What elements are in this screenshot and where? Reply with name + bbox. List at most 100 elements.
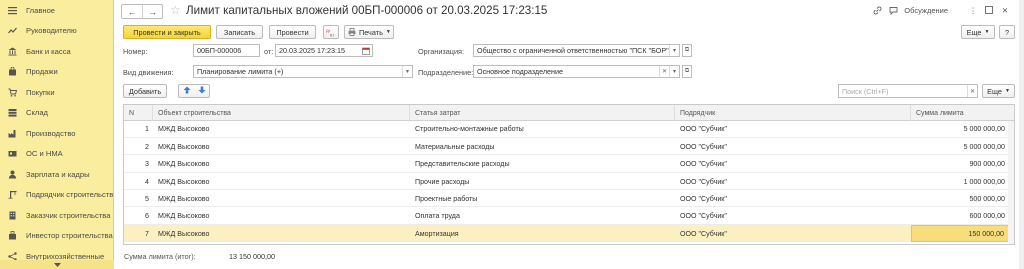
clear-icon[interactable]: ✕ <box>659 66 669 77</box>
organization-field[interactable]: Общество с ограниченной ответственностью… <box>473 44 680 57</box>
number-field[interactable]: 00БП-000006 <box>193 44 260 57</box>
cell-cost-item[interactable]: Проектные работы <box>410 191 675 208</box>
sidebar-item[interactable]: Покупки <box>0 82 113 103</box>
close-icon[interactable]: ✕ <box>1000 5 1010 15</box>
cell-object[interactable]: МЖД Высоково <box>153 225 410 242</box>
cell-n[interactable]: 6 <box>124 208 153 225</box>
cell-object[interactable]: МЖД Высоково <box>153 156 410 173</box>
back-arrow-icon[interactable]: ← <box>122 5 142 18</box>
cell-object[interactable]: МЖД Высоково <box>153 121 410 138</box>
arrow-down-icon[interactable] <box>198 86 206 96</box>
post-button[interactable]: Провести <box>269 25 316 39</box>
cell-amount[interactable]: 500 000,00 <box>911 191 1010 208</box>
number-label: Номер: <box>123 47 148 56</box>
cell-contractor[interactable]: ООО "Субчик" <box>675 138 911 155</box>
arrow-up-icon[interactable] <box>183 86 191 96</box>
cell-cost-item[interactable]: Материальные расходы <box>410 138 675 155</box>
table-more-button[interactable]: Еще ▼ <box>982 84 1015 98</box>
cell-cost-item[interactable]: Представительские расходы <box>410 156 675 173</box>
cell-object[interactable]: МЖД Высоково <box>153 191 410 208</box>
calendar-icon[interactable] <box>360 45 372 56</box>
favorite-star-icon[interactable]: ☆ <box>170 3 181 17</box>
sidebar-item[interactable]: Склад <box>0 103 113 124</box>
sidebar-item[interactable]: ОС и НМА <box>0 144 113 165</box>
sidebar-item[interactable]: Производство <box>0 123 113 144</box>
division-field[interactable]: Основное подразделение ✕ ▾ <box>473 65 680 78</box>
sidebar-scroll-down-icon[interactable] <box>0 260 114 269</box>
date-field[interactable]: 20.03.2025 17:23:15 <box>275 44 373 57</box>
sidebar-item[interactable]: Заказчик строительства <box>0 205 113 226</box>
column-header-n[interactable]: N <box>124 105 153 121</box>
chevron-down-icon[interactable]: ▾ <box>669 45 679 56</box>
forward-arrow-icon[interactable]: → <box>142 5 162 18</box>
discussion-icon[interactable] <box>888 5 898 15</box>
table-row[interactable]: 1 МЖД Высоково Строительно-монтажные работ… <box>124 121 1014 138</box>
search-input[interactable]: Поиск (Ctrl+F) ✕ <box>838 84 978 98</box>
post-and-close-button[interactable]: Провести и закрыть <box>123 25 211 39</box>
cell-contractor[interactable]: ООО "Субчик" <box>675 173 911 190</box>
open-link-icon[interactable]: ⧉ <box>682 44 692 57</box>
more-button[interactable]: Еще ▼ <box>961 25 995 39</box>
sidebar-item[interactable]: Инвестор строительства <box>0 226 113 247</box>
column-header-cost-item[interactable]: Статья затрат <box>410 105 675 121</box>
cell-object[interactable]: МЖД Высоково <box>153 208 410 225</box>
sidebar-item[interactable]: Зарплата и кадры <box>0 164 113 185</box>
cell-contractor[interactable]: ООО "Субчик" <box>675 225 911 242</box>
cell-amount[interactable]: 5 000 000,00 <box>911 121 1010 138</box>
cell-n[interactable]: 2 <box>124 138 153 155</box>
svg-text:Кт: Кт <box>330 32 334 37</box>
column-header-object[interactable]: Объект строительства <box>153 105 410 121</box>
table-scrollbar[interactable] <box>1008 121 1014 244</box>
sidebar-item[interactable]: Главное <box>0 0 113 21</box>
cell-n[interactable]: 7 <box>124 225 153 242</box>
cell-n[interactable]: 3 <box>124 156 153 173</box>
cell-cost-item[interactable]: Прочие расходы <box>410 173 675 190</box>
save-button[interactable]: Записать <box>216 25 263 39</box>
cell-object[interactable]: МЖД Высоково <box>153 138 410 155</box>
cell-n[interactable]: 4 <box>124 173 153 190</box>
cell-cost-item[interactable]: Оплата труда <box>410 208 675 225</box>
add-row-button[interactable]: Добавить <box>123 84 167 98</box>
discussion-label[interactable]: Обсуждение <box>904 6 948 15</box>
sidebar-item[interactable]: Банк и касса <box>0 41 113 62</box>
cell-amount[interactable]: 1 000 000,00 <box>911 173 1010 190</box>
movement-type-field[interactable]: Планирование лимита (+) ▾ <box>193 65 413 78</box>
table-row[interactable]: 3 МЖД Высоково Представительские расходы ОО… <box>124 156 1014 173</box>
column-header-contractor[interactable]: Подрядчик <box>675 105 911 121</box>
cell-contractor[interactable]: ООО "Субчик" <box>675 208 911 225</box>
cell-cost-item[interactable]: Амортизация <box>410 225 675 242</box>
print-button[interactable]: Печать ▼ <box>344 25 394 39</box>
cell-n[interactable]: 5 <box>124 191 153 208</box>
sidebar-item[interactable]: Руководителю <box>0 21 113 42</box>
cell-cost-item[interactable]: Строительно-монтажные работы <box>410 121 675 138</box>
main-scrollbar[interactable] <box>1019 0 1024 269</box>
chevron-down-icon: ▼ <box>385 29 391 35</box>
cell-contractor[interactable]: ООО "Субчик" <box>675 191 911 208</box>
maximize-icon[interactable] <box>984 5 994 15</box>
cell-n[interactable]: 1 <box>124 121 153 138</box>
help-button[interactable]: ? <box>999 25 1015 39</box>
cell-amount[interactable]: 900 000,00 <box>911 156 1010 173</box>
chevron-down-icon: ▼ <box>1004 88 1010 94</box>
chevron-down-icon[interactable]: ▾ <box>669 66 679 77</box>
clear-search-icon[interactable]: ✕ <box>967 85 977 97</box>
sidebar-item[interactable]: Подрядчик строительства <box>0 185 113 206</box>
column-header-amount[interactable]: Сумма лимита <box>911 105 1014 121</box>
table-row[interactable]: 4 МЖД Высоково Прочие расходы ООО "Субчик" 1… <box>124 173 1014 190</box>
cell-object[interactable]: МЖД Высоково <box>153 173 410 190</box>
cell-amount[interactable]: 600 000,00 <box>911 208 1010 225</box>
open-link-icon[interactable]: ⧉ <box>682 65 692 78</box>
table-row[interactable]: 7 МЖД Высоково Амортизация ООО "Субчик" 150 … <box>124 225 1014 243</box>
table-row[interactable]: 5 МЖД Высоково Проектные работы ООО "Субчик… <box>124 191 1014 208</box>
cell-contractor[interactable]: ООО "Субчик" <box>675 121 911 138</box>
table-row[interactable]: 6 МЖД Высоково Оплата труда ООО "Субчик" 600… <box>124 208 1014 225</box>
dt-kt-icon[interactable]: Дт Кт <box>323 25 339 39</box>
table-row[interactable]: 2 МЖД Высоково Материальные расходы ООО "Су… <box>124 138 1014 156</box>
cell-contractor[interactable]: ООО "Субчик" <box>675 156 911 173</box>
more-vertical-icon[interactable]: ⋮ <box>968 5 978 15</box>
cell-amount[interactable]: 5 000 000,00 <box>911 138 1010 155</box>
cell-amount[interactable]: 150 000,00 <box>911 225 1010 243</box>
chevron-down-icon[interactable]: ▾ <box>402 66 412 77</box>
sidebar-item[interactable]: Продажи <box>0 62 113 83</box>
link-icon[interactable] <box>872 5 882 15</box>
